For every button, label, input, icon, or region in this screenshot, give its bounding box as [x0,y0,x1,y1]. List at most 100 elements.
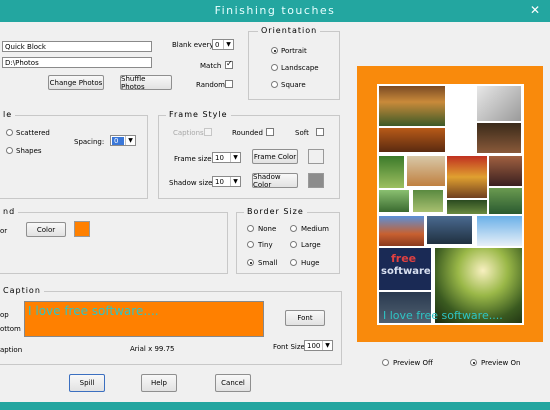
orientation-portrait-label: Portrait [281,47,307,55]
font-size-label: Font Size: [273,343,308,351]
random-label: Random [196,81,225,89]
close-icon[interactable]: ✕ [530,3,540,17]
layout-name-field[interactable]: Quick Block [2,41,152,52]
photo-tile [447,200,487,214]
photo-tile [379,86,445,126]
border-medium-label: Medium [301,225,329,233]
chevron-down-icon: ▼ [125,136,135,145]
blank-every-select[interactable]: 0 ▼ [212,39,234,50]
rounded-checkbox[interactable] [266,128,274,136]
border-large-label: Large [301,241,321,249]
border-none-radio[interactable] [247,225,254,232]
photo-tile [477,216,522,246]
scattered-radio[interactable] [6,129,13,136]
caption-top-label: op [0,311,9,319]
photo-tile [477,123,521,153]
frame-size-label: Frame size: [174,155,214,163]
scattered-label: Scattered [16,129,50,137]
border-size-title: Border Size [244,207,307,216]
orientation-portrait-radio[interactable] [271,47,278,54]
preview-on-label: Preview On [481,359,521,367]
photo-tile [407,156,445,186]
border-huge-radio[interactable] [290,259,297,266]
cancel-button[interactable]: Cancel [215,374,251,392]
shadow-color-button[interactable]: Shadow Color [252,173,298,189]
preview-collage: free software I love free software.... [377,84,524,325]
font-button[interactable]: Font [285,310,325,326]
border-huge-label: Huge [301,259,320,267]
chevron-down-icon: ▼ [230,153,240,162]
match-checkbox[interactable] [225,61,233,69]
preview-caption-overlay: I love free software.... [383,309,503,322]
orientation-square-label: Square [281,81,306,89]
spill-button[interactable]: Spill [69,374,105,392]
shadow-size-select[interactable]: 10 ▼ [212,176,241,187]
frame-color-swatch [308,149,324,164]
preview-pane: free software I love free software.... [357,66,543,342]
border-medium-radio[interactable] [290,225,297,232]
orientation-square-radio[interactable] [271,81,278,88]
font-info: Arial x 99.75 [130,345,175,353]
shadow-color-swatch [308,173,324,188]
preview-on-radio[interactable] [470,359,477,366]
chevron-down-icon: ▼ [223,40,233,49]
chevron-down-icon: ▼ [322,341,332,350]
photo-tile [379,190,409,212]
font-size-select[interactable]: 100 ▼ [304,340,333,351]
photo-folder-field[interactable]: D:\Photos [2,57,152,68]
help-button[interactable]: Help [141,374,177,392]
photo-tile [447,156,487,198]
layout-style-group [0,115,148,199]
photo-tile [379,128,445,152]
shuffle-photos-button[interactable]: Shuffle Photos [120,75,172,91]
photo-tile [379,156,404,188]
blank-every-label: Blank every: [172,41,216,49]
background-color-label: or [0,227,8,235]
title-bar: Finishing touches ✕ [0,0,550,22]
caption-caption-label: aption [0,346,23,354]
shapes-label: Shapes [16,147,42,155]
chevron-down-icon: ▼ [230,177,240,186]
border-small-label: Small [258,259,278,267]
preview-off-radio[interactable] [382,359,389,366]
change-photos-button[interactable]: Change Photos [48,75,104,90]
shadow-size-label: Shadow size: [169,179,215,187]
frame-color-button[interactable]: Frame Color [252,149,298,164]
rounded-label: Rounded [232,129,263,137]
orientation-landscape-radio[interactable] [271,64,278,71]
border-large-radio[interactable] [290,241,297,248]
caption-text-box[interactable]: I love free software.... [24,301,264,337]
soft-checkbox[interactable] [316,128,324,136]
frame-style-title: Frame Style [166,110,231,119]
window-bottom-border [0,402,550,410]
caption-title: Caption [0,286,44,295]
photo-tile [427,216,472,244]
free-software-logo-tile: free software [379,248,431,290]
match-label: Match [200,62,222,70]
shapes-radio[interactable] [6,147,13,154]
photo-tile [413,190,443,212]
captions-label: Captions [173,129,204,137]
random-checkbox[interactable] [225,80,233,88]
orientation-landscape-label: Landscape [281,64,319,72]
captions-checkbox[interactable] [204,128,212,136]
border-small-radio[interactable] [247,259,254,266]
background-title: nd [0,207,19,216]
spacing-label: Spacing: [74,138,105,146]
photo-tile [489,156,522,186]
caption-bottom-label: ottom [0,325,21,333]
window-title: Finishing touches [214,4,336,17]
background-color-swatch [74,221,90,237]
background-color-button[interactable]: Color [26,222,66,237]
soft-label: Soft [295,129,309,137]
orientation-title: Orientation [258,26,321,35]
border-none-label: None [258,225,277,233]
photo-tile [489,188,522,214]
spacing-select[interactable]: 0 ▼ [110,135,136,146]
frame-size-select[interactable]: 10 ▼ [212,152,241,163]
preview-off-label: Preview Off [393,359,433,367]
border-tiny-radio[interactable] [247,241,254,248]
border-tiny-label: Tiny [258,241,273,249]
layout-style-title: le [0,110,16,119]
photo-tile [477,86,521,121]
